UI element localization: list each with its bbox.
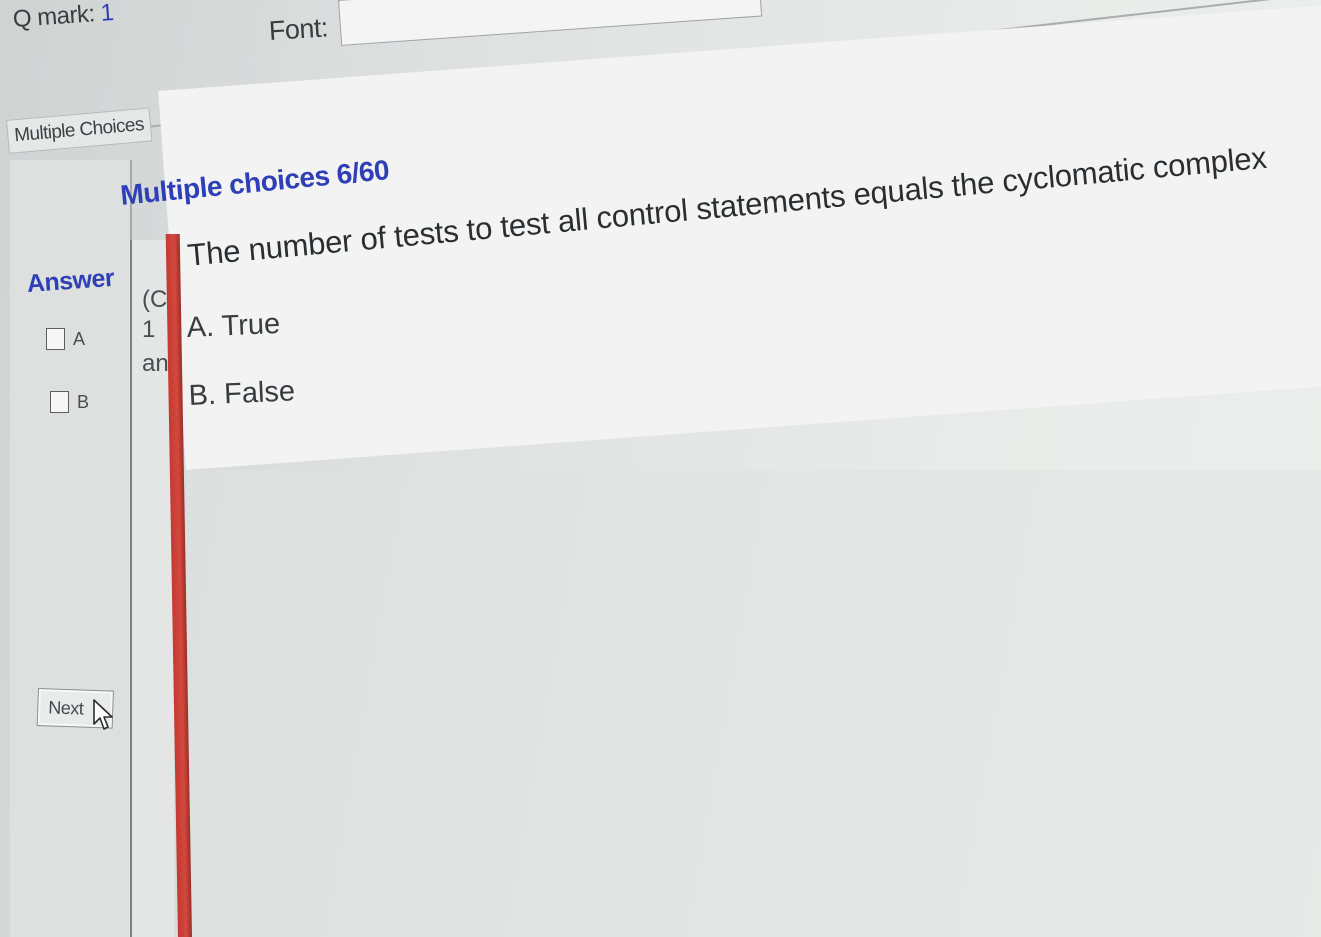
answer-a-label: A [73,328,86,349]
choice-a: A. True [186,307,281,344]
mouse-pointer-icon [93,699,113,730]
truncated-column-line: an [142,350,169,377]
answer-title: Answer [26,263,116,298]
app-window: Q mark: 1 Font: Multiple Choices Answer A… [0,0,1321,937]
answer-a-checkbox[interactable] [46,328,65,350]
truncated-column-line: 1 [142,316,156,343]
q-mark: Q mark: 1 [12,0,114,34]
answer-option-b[interactable]: B [50,391,89,413]
content-lower-area [186,470,1321,937]
font-label: Font: [268,12,329,46]
tab-multiple-choices[interactable]: Multiple Choices [6,107,153,154]
answer-b-checkbox[interactable] [50,391,69,413]
q-mark-label: Q mark: [12,0,96,33]
answer-b-label: B [77,391,90,412]
q-mark-value: 1 [99,0,115,27]
choice-b: B. False [188,375,296,412]
answer-option-a[interactable]: A [46,328,85,350]
font-select[interactable] [338,0,763,46]
